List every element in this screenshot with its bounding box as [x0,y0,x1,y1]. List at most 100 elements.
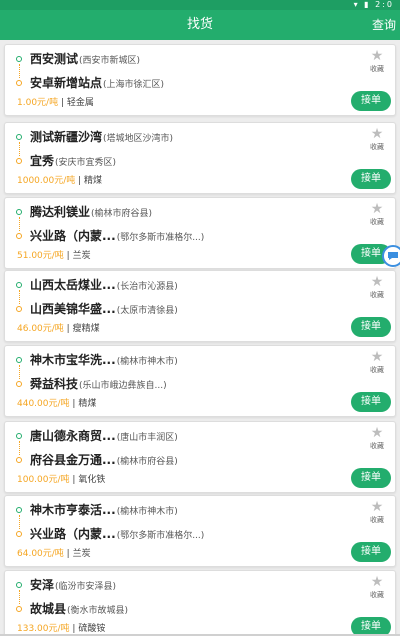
origin: 神木市宝华洗...(榆林市神木市) [30,352,178,369]
favorite-button[interactable]: ★ 收藏 [365,500,389,525]
battery-icon: ▮ [364,0,371,9]
destination-area: (鄂尔多斯市准格尔...) [116,531,205,541]
star-icon: ★ [370,574,384,590]
favorite-button[interactable]: ★ 收藏 [365,49,389,74]
destination-dot-icon [16,306,22,312]
origin: 西安测试(西安市新城区) [30,51,140,68]
origin-area: (榆林市神木市) [116,507,178,517]
origin-dot-icon [16,282,22,288]
destination-area: (衡水市故城县) [67,606,129,616]
origin-name: 西安测试 [30,52,79,66]
destination: 兴业路（内蒙...(鄂尔多斯市准格尔...) [30,228,204,245]
destination: 安卓新增站点(上海市徐汇区) [30,75,164,92]
origin-area: (临汾市安泽县) [55,582,117,592]
route-line [19,515,20,529]
star-icon: ★ [370,499,384,515]
cargo-type: 轻金属 [66,98,94,108]
order-meta: 51.00元/吨 | 兰炭 [17,251,91,261]
favorite-label: 收藏 [370,366,384,374]
origin: 腾达利镁业(榆林市府谷县) [30,204,152,221]
floating-chat-button[interactable] [382,245,400,267]
destination: 故城县(衡水市故城县) [30,601,128,618]
take-order-button[interactable]: 接单 [351,468,391,488]
status-bar: ▾ ▮ 2:0 [0,0,400,10]
order-card[interactable]: 测试新疆沙湾(塔城地区沙湾市) 宜秀(安庆市宜秀区) 1000.00元/吨 | … [4,122,396,194]
route-line [19,365,20,379]
order-list[interactable]: 西安测试(西安市新城区) 安卓新增站点(上海市徐汇区) 1.00元/吨 | 轻金… [0,40,400,636]
origin-area: (榆林市神木市) [116,357,178,367]
favorite-button[interactable]: ★ 收藏 [365,202,389,227]
favorite-button[interactable]: ★ 收藏 [365,350,389,375]
order-meta: 1000.00元/吨 | 精煤 [17,176,103,186]
origin-dot-icon [16,357,22,363]
origin-name: 神木市宝华洗... [30,353,116,367]
order-card[interactable]: 神木市亨泰活...(榆林市神木市) 兴业路（内蒙...(鄂尔多斯市准格尔...)… [4,495,396,567]
take-order-button[interactable]: 接单 [351,169,391,189]
destination-dot-icon [16,381,22,387]
favorite-label: 收藏 [370,591,384,599]
price: 51.00 [17,251,43,261]
destination: 舜益科技(乐山市峨边彝族自...) [30,376,167,393]
favorite-label: 收藏 [370,218,384,226]
destination: 府谷县金万通...(榆林市府谷县) [30,452,178,469]
take-order-button[interactable]: 接单 [351,392,391,412]
page-title: 找货 [186,17,213,32]
chat-bubble-icon [388,252,398,260]
destination-area: (太原市清徐县) [116,306,178,316]
favorite-label: 收藏 [370,291,384,299]
favorite-button[interactable]: ★ 收藏 [365,275,389,300]
cargo-type: 氧化铁 [78,475,106,485]
price: 133.00 [17,624,49,634]
destination-name: 安卓新增站点 [30,76,103,90]
take-order-button[interactable]: 接单 [351,317,391,337]
star-icon: ★ [370,349,384,365]
destination-dot-icon [16,531,22,537]
order-card[interactable]: 腾达利镁业(榆林市府谷县) 兴业路（内蒙...(鄂尔多斯市准格尔...) 51.… [4,197,396,269]
price: 1.00 [17,98,38,108]
origin-dot-icon [16,507,22,513]
favorite-button[interactable]: ★ 收藏 [365,426,389,451]
origin-area: (长治市沁源县) [116,282,178,292]
destination-name: 宜秀 [30,154,55,168]
order-card[interactable]: 唐山德永商贸...(唐山市丰润区) 府谷县金万通...(榆林市府谷县) 100.… [4,421,396,493]
favorite-label: 收藏 [370,516,384,524]
order-meta: 1.00元/吨 | 轻金属 [17,98,94,108]
destination-dot-icon [16,457,22,463]
take-order-button[interactable]: 接单 [351,91,391,111]
origin: 安泽(临汾市安泽县) [30,577,116,594]
order-card[interactable]: 西安测试(西安市新城区) 安卓新增站点(上海市徐汇区) 1.00元/吨 | 轻金… [4,44,396,116]
destination-name: 山西美锦华盛... [30,302,116,316]
query-button[interactable]: 查询 [372,10,396,40]
origin-name: 安泽 [30,578,55,592]
destination-area: (安庆市宜秀区) [55,158,117,168]
favorite-button[interactable]: ★ 收藏 [365,127,389,152]
price: 440.00 [17,399,49,409]
price: 100.00 [17,475,49,485]
price: 1000.00 [17,176,55,186]
destination-dot-icon [16,80,22,86]
order-card[interactable]: 安泽(临汾市安泽县) 故城县(衡水市故城县) 133.00元/吨 | 硫酸铵 ★… [4,570,396,636]
status-icons: ▾ ▮ 2:0 [354,0,394,10]
favorite-button[interactable]: ★ 收藏 [365,575,389,600]
order-card[interactable]: 山西太岳煤业...(长治市沁源县) 山西美锦华盛...(太原市清徐县) 46.0… [4,270,396,342]
origin-area: (西安市新城区) [79,56,141,66]
origin-dot-icon [16,56,22,62]
origin-area: (榆林市府谷县) [91,209,153,219]
take-order-button[interactable]: 接单 [351,542,391,562]
origin: 唐山德永商贸...(唐山市丰润区) [30,428,178,445]
title-bar: 找货 查询 [0,10,400,40]
destination-area: (上海市徐汇区) [103,80,165,90]
order-meta: 440.00元/吨 | 精煤 [17,399,97,409]
price-unit: 元/吨 [42,251,64,261]
destination: 兴业路（内蒙...(鄂尔多斯市准格尔...) [30,526,204,543]
destination-area: (鄂尔多斯市准格尔...) [116,233,205,243]
price-unit: 元/吨 [48,475,70,485]
origin-dot-icon [16,582,22,588]
route-line [19,142,20,156]
route-line [19,217,20,231]
favorite-label: 收藏 [370,442,384,450]
destination-name: 舜益科技 [30,377,79,391]
origin-dot-icon [16,134,22,140]
star-icon: ★ [370,201,384,217]
order-card[interactable]: 神木市宝华洗...(榆林市神木市) 舜益科技(乐山市峨边彝族自...) 440.… [4,345,396,417]
